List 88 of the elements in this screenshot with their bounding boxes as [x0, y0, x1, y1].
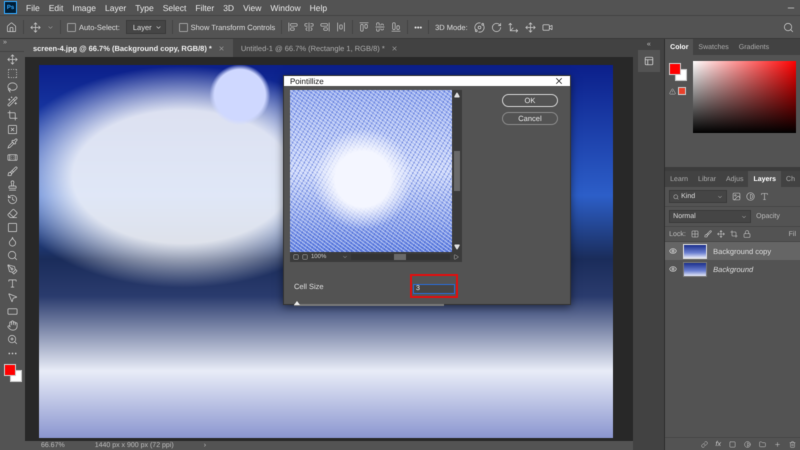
align-top-icon[interactable] [359, 22, 370, 32]
eraser-tool-icon[interactable] [6, 208, 18, 219]
chevron-icon [741, 214, 748, 220]
distribute-icon[interactable] [336, 22, 346, 32]
image-filter-icon[interactable] [732, 192, 742, 201]
chevron-icon [717, 194, 724, 200]
chevron-icon [47, 24, 54, 30]
lock-pixels-icon[interactable] [690, 230, 699, 238]
slider-thumb[interactable] [294, 301, 300, 305]
bandage-tool-icon[interactable] [6, 152, 18, 163]
horizontal-scrollbar[interactable] [350, 254, 450, 260]
align-bottom-icon[interactable] [391, 22, 402, 32]
eyedropper-tool-icon[interactable] [6, 138, 18, 149]
color-swatches[interactable] [669, 63, 686, 79]
menu-item[interactable]: Image [72, 2, 96, 12]
camera-icon[interactable] [542, 22, 553, 32]
search-icon[interactable] [783, 22, 794, 32]
layer-thumbnail [683, 244, 708, 258]
warning-icon [669, 88, 676, 94]
blur-tool-icon[interactable] [6, 236, 18, 247]
dodge-tool-icon[interactable] [6, 250, 18, 261]
brush-tool-icon[interactable] [6, 166, 18, 177]
wand-tool-icon[interactable] [6, 96, 18, 107]
lasso-tool-icon[interactable] [6, 82, 18, 93]
scroll-up-icon[interactable] [454, 92, 460, 98]
link-icon[interactable] [700, 440, 708, 448]
gamut-swatch[interactable] [678, 87, 686, 95]
frame-tool-icon[interactable] [6, 124, 18, 135]
move-tool-icon[interactable] [6, 54, 18, 65]
vertical-scrollbar[interactable] [452, 90, 462, 252]
menu-item[interactable]: 3D [223, 2, 234, 12]
adjustment-filter-icon[interactable] [746, 192, 756, 201]
mask-icon[interactable] [729, 440, 736, 448]
layer-thumbnail [683, 262, 708, 276]
menu-item[interactable]: Window [270, 2, 301, 12]
transform-checkbox[interactable] [178, 22, 188, 32]
scroll-down-icon[interactable] [454, 244, 460, 250]
menu-item[interactable]: Edit [48, 2, 64, 12]
zoom-out-icon[interactable] [292, 254, 299, 260]
visibility-icon[interactable] [669, 265, 678, 273]
crop-tool-icon[interactable] [6, 110, 18, 121]
auto-select-checkbox[interactable] [67, 22, 76, 32]
menu-item[interactable]: Help [310, 2, 328, 12]
align-right-icon[interactable] [320, 22, 330, 32]
zoom-in-icon[interactable] [302, 254, 308, 260]
zoom-tool-icon[interactable] [6, 334, 18, 345]
dialog-title: Pointillize [290, 76, 324, 86]
align-left-icon[interactable] [288, 22, 298, 32]
color-spectrum[interactable] [693, 61, 796, 133]
adjustment-icon[interactable] [744, 440, 751, 448]
menu-item[interactable]: Type [135, 2, 154, 12]
type-tool-icon[interactable] [6, 278, 18, 289]
lock-position-icon[interactable] [716, 230, 725, 238]
search-icon [673, 194, 680, 200]
stamp-tool-icon[interactable] [6, 180, 18, 191]
history-brush-icon[interactable] [6, 194, 18, 205]
lock-artboard-icon[interactable] [730, 230, 738, 238]
home-icon[interactable] [6, 22, 17, 32]
roll-icon[interactable] [490, 22, 502, 32]
pen-tool-icon[interactable] [6, 264, 18, 275]
marquee-tool-icon[interactable] [6, 68, 18, 79]
scroll-right-icon[interactable] [452, 254, 459, 260]
close-icon[interactable] [554, 76, 564, 86]
lock-icon[interactable] [742, 230, 751, 238]
chevron-icon [342, 254, 348, 260]
gradient-tool-icon[interactable] [6, 222, 18, 233]
orbit-icon[interactable] [474, 22, 485, 32]
hand-tool-icon[interactable] [6, 320, 18, 331]
pan-icon[interactable] [508, 22, 519, 32]
chevron-icon [154, 24, 162, 30]
slide-icon[interactable] [524, 22, 536, 32]
menu-item[interactable]: View [243, 2, 262, 12]
trash-icon[interactable] [789, 440, 796, 448]
align-middle-icon[interactable] [375, 22, 386, 32]
lock-paint-icon[interactable] [704, 230, 712, 238]
move-icon[interactable] [30, 22, 41, 32]
menu-item[interactable]: Select [162, 2, 186, 12]
align-center-icon[interactable] [304, 22, 314, 32]
menu-item[interactable]: Filter [195, 2, 214, 12]
menu-item[interactable]: Layer [104, 2, 126, 12]
type-filter-icon[interactable] [760, 192, 770, 201]
menu-item[interactable]: File [26, 2, 40, 12]
folder-icon[interactable] [759, 440, 766, 448]
selection-tool-icon[interactable] [6, 292, 18, 303]
panel-icon[interactable] [644, 56, 654, 66]
visibility-icon[interactable] [669, 247, 678, 255]
color-swatches[interactable] [4, 364, 20, 380]
rectangle-tool-icon[interactable] [6, 306, 18, 317]
